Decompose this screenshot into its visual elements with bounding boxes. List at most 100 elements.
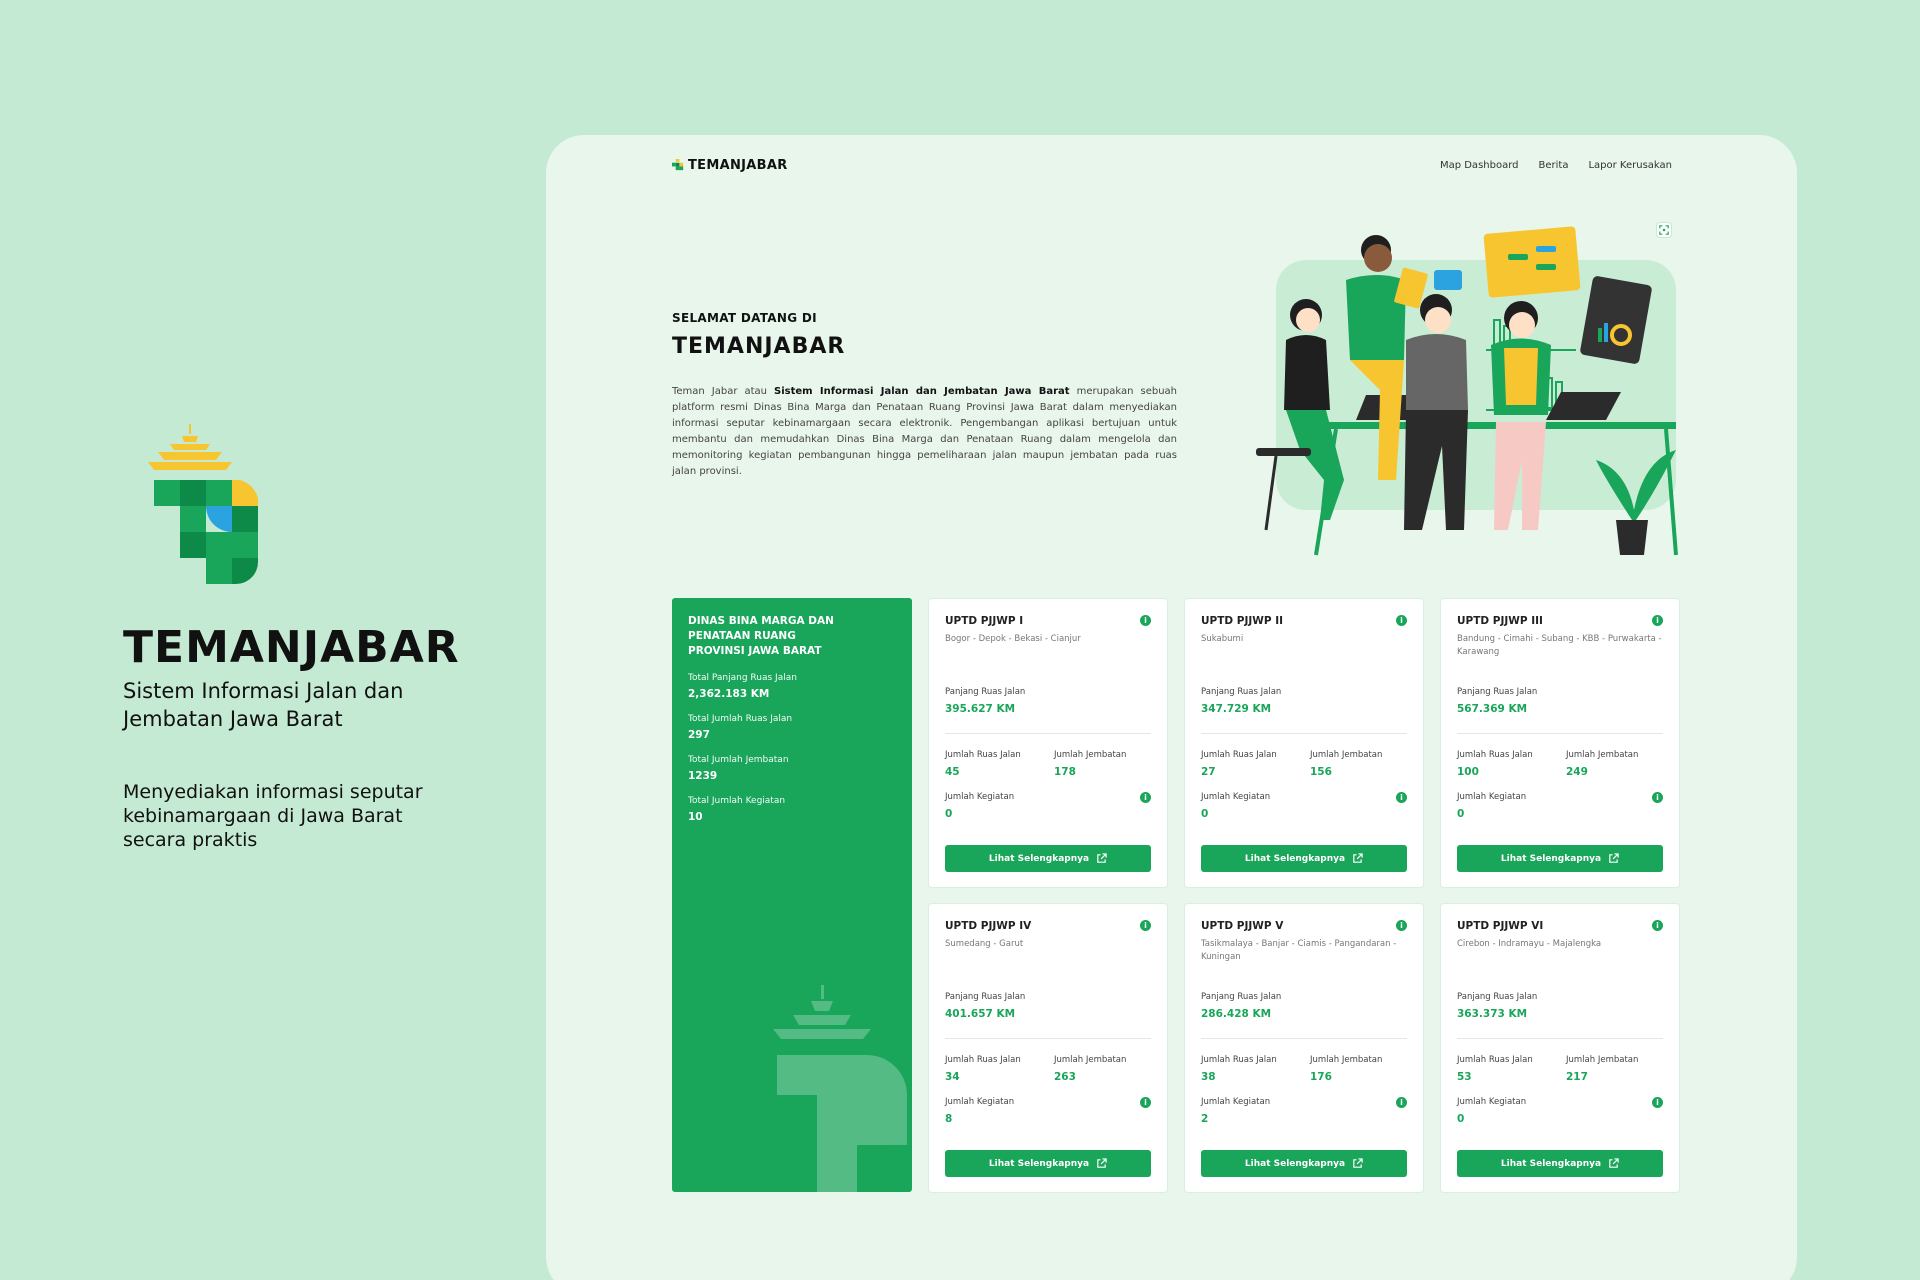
stat-total-ruas: Total Jumlah Ruas Jalan 297 [688,714,896,741]
jembatan-label: Jumlah Jembatan [1566,750,1639,760]
card-title: UPTD PJJWP III [1457,615,1543,627]
stat-label: Total Jumlah Ruas Jalan [688,714,793,724]
stat-value: 2,362.183 KM [688,688,770,700]
panjang-value: 395.627 KM [945,703,1016,715]
lihat-selengkapnya-button[interactable]: Lihat Selengkapnya [1201,1150,1407,1177]
lihat-selengkapnya-button[interactable]: Lihat Selengkapnya [945,845,1151,872]
card-area: Sukabumi [1201,634,1244,644]
kegiatan-value: 0 [945,808,953,820]
divider [1201,1038,1407,1039]
stat-label: Total Jumlah Kegiatan [688,796,786,806]
panjang-label: Panjang Ruas Jalan [945,687,1026,697]
panjang-label: Panjang Ruas Jalan [1457,992,1538,1002]
ruas-value: 53 [1457,1071,1472,1083]
kegiatan-value: 8 [945,1113,953,1125]
card-title: UPTD PJJWP II [1201,615,1284,627]
button-label: Lihat Selengkapnya [1244,1158,1346,1169]
external-link-icon [1097,853,1107,863]
panjang-label: Panjang Ruas Jalan [1201,687,1282,697]
jembatan-value: 178 [1054,766,1076,778]
ruas-label: Jumlah Ruas Jalan [1201,750,1277,760]
info-icon[interactable]: i [1396,920,1407,931]
hero-kicker: SELAMAT DATANG DI [672,311,817,325]
button-label: Lihat Selengkapnya [988,1158,1090,1169]
ruas-value: 34 [945,1071,960,1083]
kegiatan-value: 0 [1457,808,1465,820]
info-icon[interactable]: i [1140,920,1151,931]
stat-total-jembatan: Total Jumlah Jembatan 1239 [688,755,896,782]
jembatan-value: 263 [1054,1071,1076,1083]
info-icon[interactable]: i [1140,792,1151,803]
lihat-selengkapnya-button[interactable]: Lihat Selengkapnya [1201,845,1407,872]
ruas-value: 45 [945,766,960,778]
divider [945,1038,1151,1039]
info-icon[interactable]: i [1652,1097,1663,1108]
panjang-label: Panjang Ruas Jalan [1201,992,1282,1002]
card-area: Bandung - Cimahi - Subang - KBB - Purwak… [1457,634,1662,657]
brand-subtitle: Sistem Informasi Jalan dan Jembatan Jawa… [123,679,404,731]
jembatan-value: 176 [1310,1071,1332,1083]
temanjabar-logo [140,422,270,587]
info-icon[interactable]: i [1396,1097,1407,1108]
info-icon[interactable]: i [1396,792,1407,803]
expand-icon[interactable] [1656,222,1672,238]
jembatan-label: Jumlah Jembatan [1310,1055,1383,1065]
panjang-value: 401.657 KM [945,1008,1016,1020]
region-card-uptd-2: UPTD PJJWP II i Sukabumi Panjang Ruas Ja… [1184,598,1424,888]
card-area: Tasikmalaya - Banjar - Ciamis - Panganda… [1201,939,1397,962]
divider [1457,733,1663,734]
nav-logo[interactable]: TEMANJABAR [672,158,788,173]
nav-link-berita[interactable]: Berita [1539,160,1569,171]
jembatan-label: Jumlah Jembatan [1054,1055,1127,1065]
brand-description: Menyediakan informasi seputar kebinamarg… [123,781,423,851]
external-link-icon [1609,1158,1619,1168]
kegiatan-label: Jumlah Kegiatan [945,1097,1015,1107]
kegiatan-label: Jumlah Kegiatan [1457,1097,1527,1107]
brand-title: TEMANJABAR [123,622,460,673]
stat-value: 297 [688,729,710,741]
panjang-value: 363.373 KM [1457,1008,1528,1020]
lihat-selengkapnya-button[interactable]: Lihat Selengkapnya [945,1150,1151,1177]
ruas-label: Jumlah Ruas Jalan [945,750,1021,760]
stat-total-kegiatan: Total Jumlah Kegiatan 10 [688,796,896,823]
button-label: Lihat Selengkapnya [1500,1158,1602,1169]
kegiatan-label: Jumlah Kegiatan [1457,792,1527,802]
info-icon[interactable]: i [1140,615,1151,626]
nav-links: Map Dashboard Berita Lapor Kerusakan [1440,160,1672,171]
jembatan-label: Jumlah Jembatan [1310,750,1383,760]
province-summary-card: DINAS BINA MARGA DAN PENATAAN RUANG PROV… [672,598,912,1192]
panjang-value: 286.428 KM [1201,1008,1272,1020]
app-screen: TEMANJABAR Map Dashboard Berita Lapor Ke… [546,135,1797,1280]
ruas-value: 27 [1201,766,1216,778]
kegiatan-value: 0 [1201,808,1209,820]
external-link-icon [1353,853,1363,863]
card-area: Sumedang - Garut [945,939,1024,949]
card-title: UPTD PJJWP IV [945,920,1032,932]
card-title: UPTD PJJWP VI [1457,920,1544,932]
top-navbar: TEMANJABAR Map Dashboard Berita Lapor Ke… [672,145,1672,185]
info-icon[interactable]: i [1652,792,1663,803]
jembatan-label: Jumlah Jembatan [1566,1055,1639,1065]
nav-link-map-dashboard[interactable]: Map Dashboard [1440,160,1519,171]
ruas-value: 38 [1201,1071,1216,1083]
nav-link-lapor-kerusakan[interactable]: Lapor Kerusakan [1588,160,1672,171]
info-icon[interactable]: i [1396,615,1407,626]
info-icon[interactable]: i [1652,615,1663,626]
jembatan-value: 249 [1566,766,1588,778]
hero-description: Teman Jabar atau Sistem Informasi Jalan … [672,386,1178,477]
jembatan-label: Jumlah Jembatan [1054,750,1127,760]
lihat-selengkapnya-button[interactable]: Lihat Selengkapnya [1457,845,1663,872]
region-card-uptd-4: UPTD PJJWP IV i Sumedang - Garut Panjang… [928,903,1168,1193]
ruas-label: Jumlah Ruas Jalan [1457,750,1533,760]
stat-label: Total Jumlah Jembatan [688,755,789,765]
region-card-uptd-5: UPTD PJJWP V i Tasikmalaya - Banjar - Ci… [1184,903,1424,1193]
watermark-logo [767,985,912,1192]
card-area: Bogor - Depok - Bekasi - Cianjur [945,634,1081,644]
kegiatan-label: Jumlah Kegiatan [1201,792,1271,802]
jembatan-value: 156 [1310,766,1332,778]
info-icon[interactable]: i [1140,1097,1151,1108]
lihat-selengkapnya-button[interactable]: Lihat Selengkapnya [1457,1150,1663,1177]
kegiatan-value: 2 [1201,1113,1209,1125]
info-icon[interactable]: i [1652,920,1663,931]
panjang-value: 567.369 KM [1457,703,1528,715]
